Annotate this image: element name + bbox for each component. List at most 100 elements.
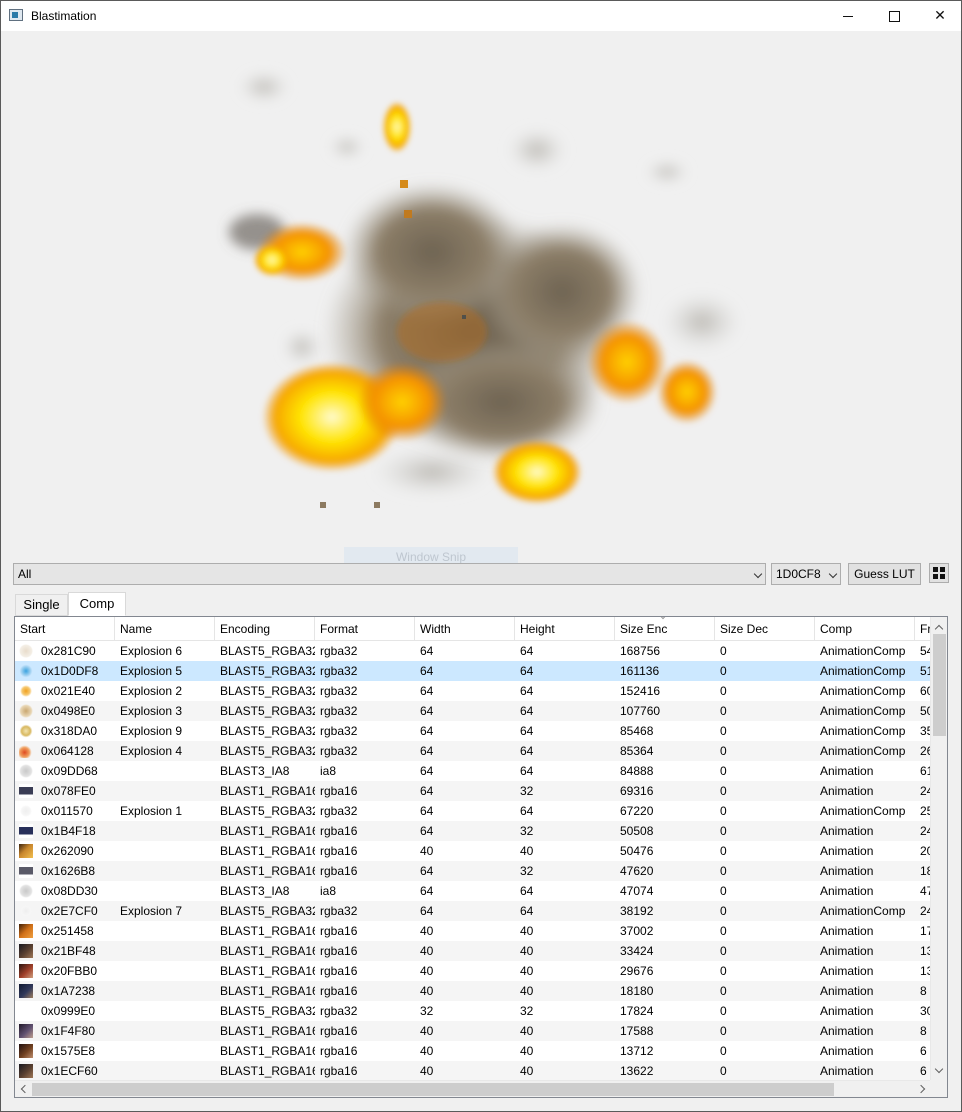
cell-width: 40	[415, 841, 515, 861]
cell-text: 0x262090	[41, 844, 94, 858]
cell-text: 152416	[620, 684, 661, 698]
cell-format: rgba32	[315, 661, 415, 681]
cell-start: 0x262090	[15, 841, 115, 861]
scroll-left-icon[interactable]	[20, 1084, 30, 1094]
maximize-button[interactable]	[871, 1, 917, 31]
cell-size-enc: 47074	[615, 881, 715, 901]
header-col-size-dec[interactable]: Size Dec	[715, 617, 815, 640]
cell-text: 0	[720, 1004, 727, 1018]
header-label: Width	[420, 622, 451, 636]
cell-text: 40	[420, 964, 434, 978]
grid-view-button[interactable]	[929, 563, 949, 583]
table-row[interactable]: 0x262090 BLAST1_RGBA16 rgba16 40 40 50476 0 Ani…	[15, 841, 931, 861]
table-row[interactable]: 0x1B4F18 BLAST1_RGBA16 rgba16 64 32 50508 0 Ani…	[15, 821, 931, 841]
table-body[interactable]: 0x281C90 Explosion 6 BLAST5_RGBA32 rgba32 64…	[15, 641, 931, 1081]
tab-single[interactable]: Single	[15, 594, 68, 616]
table-row[interactable]: 0x1F4F80 BLAST1_RGBA16 rgba16 40 40 17588 0 Ani…	[15, 1021, 931, 1041]
table-row[interactable]: 0x1626B8 BLAST1_RGBA16 rgba16 64 32 47620 0 Ani…	[15, 861, 931, 881]
table-row[interactable]: 0x251458 BLAST1_RGBA16 rgba16 40 40 37002 0 Ani…	[15, 921, 931, 941]
cell-text: 0	[720, 964, 727, 978]
header-col-start[interactable]: Start	[15, 617, 115, 640]
scrollbar-corner	[930, 1080, 947, 1097]
cell-text: 64	[420, 664, 434, 678]
table-row[interactable]: 0x20FBB0 BLAST1_RGBA16 rgba16 40 40 29676 0 Ani…	[15, 961, 931, 981]
header-col-encoding[interactable]: Encoding	[215, 617, 315, 640]
cell-comp: Animation	[815, 1001, 915, 1021]
cell-size-dec: 0	[715, 1021, 815, 1041]
header-col-format[interactable]: Format	[315, 617, 415, 640]
cell-text: Animation	[820, 1024, 874, 1038]
scroll-right-icon[interactable]	[916, 1084, 926, 1094]
vertical-scrollbar[interactable]	[930, 617, 947, 1081]
table-row[interactable]: 0x0498E0 Explosion 3 BLAST5_RGBA32 rgba32 64…	[15, 701, 931, 721]
header-col-width[interactable]: Width	[415, 617, 515, 640]
cell-text: 17824	[620, 1004, 654, 1018]
cell-text: rgba16	[320, 984, 358, 998]
cell-encoding: BLAST1_RGBA16	[215, 961, 315, 981]
cell-text: rgba16	[320, 864, 358, 878]
cell-text: 0	[720, 704, 727, 718]
cell-name	[115, 761, 215, 781]
table-row[interactable]: 0x21BF48 BLAST1_RGBA16 rgba16 40 40 33424 0 Ani…	[15, 941, 931, 961]
cell-text: 0	[720, 764, 727, 778]
header-col-comp[interactable]: Comp	[815, 617, 915, 640]
table-row[interactable]: 0x078FE0 BLAST1_RGBA16 rgba16 64 32 69316 0 Ani…	[15, 781, 931, 801]
cell-text: 40	[520, 984, 534, 998]
table-row[interactable]: 0x318DA0 Explosion 9 BLAST5_RGBA32 rgba32 64…	[15, 721, 931, 741]
guess-lut-button[interactable]: Guess LUT	[848, 563, 921, 585]
table-row[interactable]: 0x2E7CF0 Explosion 7 BLAST5_RGBA32 rgba32 64…	[15, 901, 931, 921]
texture-thumbnail	[19, 804, 33, 818]
table-row[interactable]: 0x064128 Explosion 4 BLAST5_RGBA32 rgba32 64…	[15, 741, 931, 761]
title-bar[interactable]: Blastimation ✕	[1, 1, 961, 31]
address-dropdown[interactable]: 1D0CF8	[771, 563, 841, 585]
cell-text: 40	[520, 944, 534, 958]
table-row[interactable]: 0x0999E0 BLAST5_RGBA32 rgba32 32 32 17824 0 Ani…	[15, 1001, 931, 1021]
cell-text: 64	[520, 684, 534, 698]
table-row[interactable]: 0x1A7238 BLAST1_RGBA16 rgba16 40 40 18180 0 Ani…	[15, 981, 931, 1001]
cell-text: Animation	[820, 884, 874, 898]
cell-height: 64	[515, 761, 615, 781]
cell-text: Animation	[820, 844, 874, 858]
cell-text: 0x1F4F80	[41, 1024, 96, 1038]
cell-start: 0x21BF48	[15, 941, 115, 961]
header-label: Encoding	[220, 622, 271, 636]
cell-height: 64	[515, 801, 615, 821]
header-col-size-enc[interactable]: Size Enc	[615, 617, 715, 640]
cell-start: 0x1ECF60	[15, 1061, 115, 1081]
cell-comp: AnimationComp	[815, 701, 915, 721]
cell-size-dec: 0	[715, 841, 815, 861]
cell-text: Animation	[820, 1064, 874, 1078]
cell-comp: AnimationComp	[815, 641, 915, 661]
cell-text: BLAST1_RGBA16	[220, 844, 315, 858]
filter-dropdown[interactable]: All	[13, 563, 766, 585]
cell-comp: Animation	[815, 1021, 915, 1041]
header-col-height[interactable]: Height	[515, 617, 615, 640]
tab-comp[interactable]: Comp	[68, 592, 126, 616]
vertical-scroll-thumb[interactable]	[933, 634, 946, 736]
scroll-up-icon[interactable]	[934, 624, 944, 634]
header-col-fr[interactable]: Fr	[915, 617, 931, 640]
table-row[interactable]: 0x281C90 Explosion 6 BLAST5_RGBA32 rgba32 64…	[15, 641, 931, 661]
cell-text: Animation	[820, 944, 874, 958]
table-row[interactable]: 0x1575E8 BLAST1_RGBA16 rgba16 40 40 13712 0 Ani…	[15, 1041, 931, 1061]
cell-width: 64	[415, 661, 515, 681]
table-row[interactable]: 0x011570 Explosion 1 BLAST5_RGBA32 rgba32 64…	[15, 801, 931, 821]
table-row[interactable]: 0x08DD30 BLAST3_IA8 ia8 64 64 47074 0 Animation…	[15, 881, 931, 901]
table-row[interactable]: 0x1D0DF8 Explosion 5 BLAST5_RGBA32 rgba32 64…	[15, 661, 931, 681]
scroll-down-icon[interactable]	[934, 1064, 944, 1074]
close-button[interactable]: ✕	[917, 1, 962, 31]
cell-text: 6	[920, 1044, 927, 1058]
horizontal-scroll-thumb[interactable]	[32, 1083, 834, 1096]
table-row[interactable]: 0x1ECF60 BLAST1_RGBA16 rgba16 40 40 13622 0 Ani…	[15, 1061, 931, 1081]
cell-text: rgba32	[320, 1004, 358, 1018]
cell-comp: Animation	[815, 861, 915, 881]
table-row[interactable]: 0x021E40 Explosion 2 BLAST5_RGBA32 rgba32 64…	[15, 681, 931, 701]
horizontal-scrollbar[interactable]	[15, 1080, 931, 1097]
cell-text: 64	[420, 704, 434, 718]
header-col-name[interactable]: Name	[115, 617, 215, 640]
table-row[interactable]: 0x09DD68 BLAST3_IA8 ia8 64 64 84888 0 Animation…	[15, 761, 931, 781]
cell-comp: Animation	[815, 841, 915, 861]
cell-text: 64	[520, 744, 534, 758]
minimize-button[interactable]	[825, 1, 871, 31]
cell-text: 64	[520, 664, 534, 678]
